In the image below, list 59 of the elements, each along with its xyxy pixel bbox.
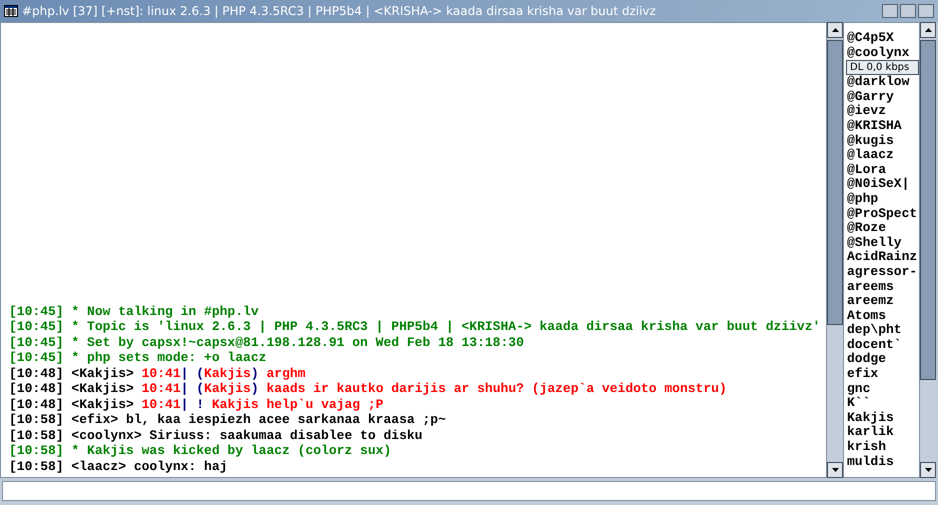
nick-item[interactable]: @Lora <box>847 162 919 178</box>
caret-up-icon <box>924 28 932 32</box>
chat-message: [10:58] * Kakjis was kicked by laacz (colorz sux) <box>9 443 392 458</box>
chat-message: [10:58] <coolynx> Siriuss: saakumaa disablee to disku <box>9 428 424 443</box>
scroll-thumb[interactable] <box>920 40 936 380</box>
chat-message: [10:45] * Set by capsx!~capsx@81.198.128.91 on Wed Feb 18 13:18:30 <box>9 334 525 350</box>
minimize-button[interactable] <box>882 4 898 18</box>
chat-message: [10:48] <Kakjis> 10:41| (Kakjis) kaads ir kautko darijis ar shuhu? (jazep`a veidoto monstru) <box>9 381 728 396</box>
chat-message: [10:58] <laacz> coolynx: haj <box>9 458 228 474</box>
nick-item[interactable]: efix <box>847 367 919 382</box>
nick-item[interactable]: krish <box>847 440 919 455</box>
nick-item[interactable]: gnc <box>847 382 919 396</box>
nick-item[interactable]: @darklow <box>847 75 919 90</box>
close-button[interactable] <box>918 4 934 18</box>
chat-message: [10:45] * php sets mode: +o laacz <box>9 350 268 366</box>
nick-item[interactable]: @coolynx <box>847 46 919 60</box>
nick-item[interactable]: karlik <box>847 425 919 440</box>
scroll-up-button[interactable] <box>920 22 936 38</box>
nick-item[interactable]: @kugis <box>847 134 919 148</box>
maximize-button[interactable] <box>900 4 916 18</box>
window-title: #php.lv [37] [+nst]: linux 2.6.3 | PHP 4.3.5RC3 | PHP5b4 | <KRISHA-> kaada dirsaa krisha var buut dziivz <box>22 4 656 18</box>
nick-item[interactable]: @laacz <box>847 148 919 163</box>
nick-item[interactable]: @Garry <box>847 90 919 104</box>
scroll-down-button[interactable] <box>827 462 843 478</box>
nick-item[interactable]: @C4p5X <box>847 31 919 46</box>
nick-item[interactable]: @ProSpect <box>847 206 919 222</box>
nick-item[interactable]: @php <box>847 192 919 207</box>
nick-item[interactable]: agressor- <box>847 264 919 280</box>
nick-item[interactable]: @Shelly <box>847 236 919 250</box>
chat-message: [10:58] <efix> bl, kaa iespiezh acee sarkanaa kraasa ;p~ <box>9 412 447 428</box>
caret-down-icon <box>832 468 838 472</box>
nick-item[interactable]: dodge <box>847 352 919 368</box>
nick-item[interactable]: Atoms <box>847 308 919 324</box>
message-input-field[interactable] <box>2 481 936 501</box>
nick-scrollbar[interactable] <box>920 22 936 478</box>
nick-item[interactable]: areemz <box>847 294 919 309</box>
caret-up-icon <box>832 28 838 32</box>
chat-message: [10:45] * Topic is 'linux 2.6.3 | PHP 4.3.5RC3 | PHP5b4 | <KRISHA-> kaada dirsaa krisha var buut dziivz' <box>9 319 821 334</box>
nick-item[interactable]: areems <box>847 280 919 294</box>
chat-message: [10:48] <Kakjis> 10:41| ! Kakjis help`u vajag ;P <box>9 396 384 412</box>
scroll-up-button[interactable] <box>827 22 843 38</box>
channel-window-icon <box>4 5 18 17</box>
nick-item[interactable]: @ievz <box>847 104 919 119</box>
nick-item[interactable]: dep\pht <box>847 323 919 338</box>
nick-item[interactable]: K`` <box>847 396 919 411</box>
nick-item[interactable]: @KRISHA <box>847 118 919 134</box>
scroll-down-button[interactable] <box>920 462 936 478</box>
nick-item[interactable]: docent` <box>847 338 919 352</box>
chat-scrollbar[interactable] <box>827 22 843 478</box>
nick-item[interactable]: muldis <box>847 454 919 470</box>
nick-item[interactable]: @Roze <box>847 221 919 236</box>
chat-message: [10:48] <Kakjis> 10:41| (Kakjis) arghm <box>9 366 306 381</box>
caret-down-icon <box>924 468 932 472</box>
chat-message: [10:45] * Now talking in #php.lv <box>9 304 260 319</box>
nick-item[interactable]: AcidRainz <box>847 250 919 265</box>
bandwidth-reading: DL 0,0 kbps <box>849 62 910 73</box>
scroll-thumb[interactable] <box>827 40 843 325</box>
nick-item[interactable]: @N0iSeX| <box>847 177 919 192</box>
nick-item[interactable]: Kakjis <box>847 410 919 426</box>
